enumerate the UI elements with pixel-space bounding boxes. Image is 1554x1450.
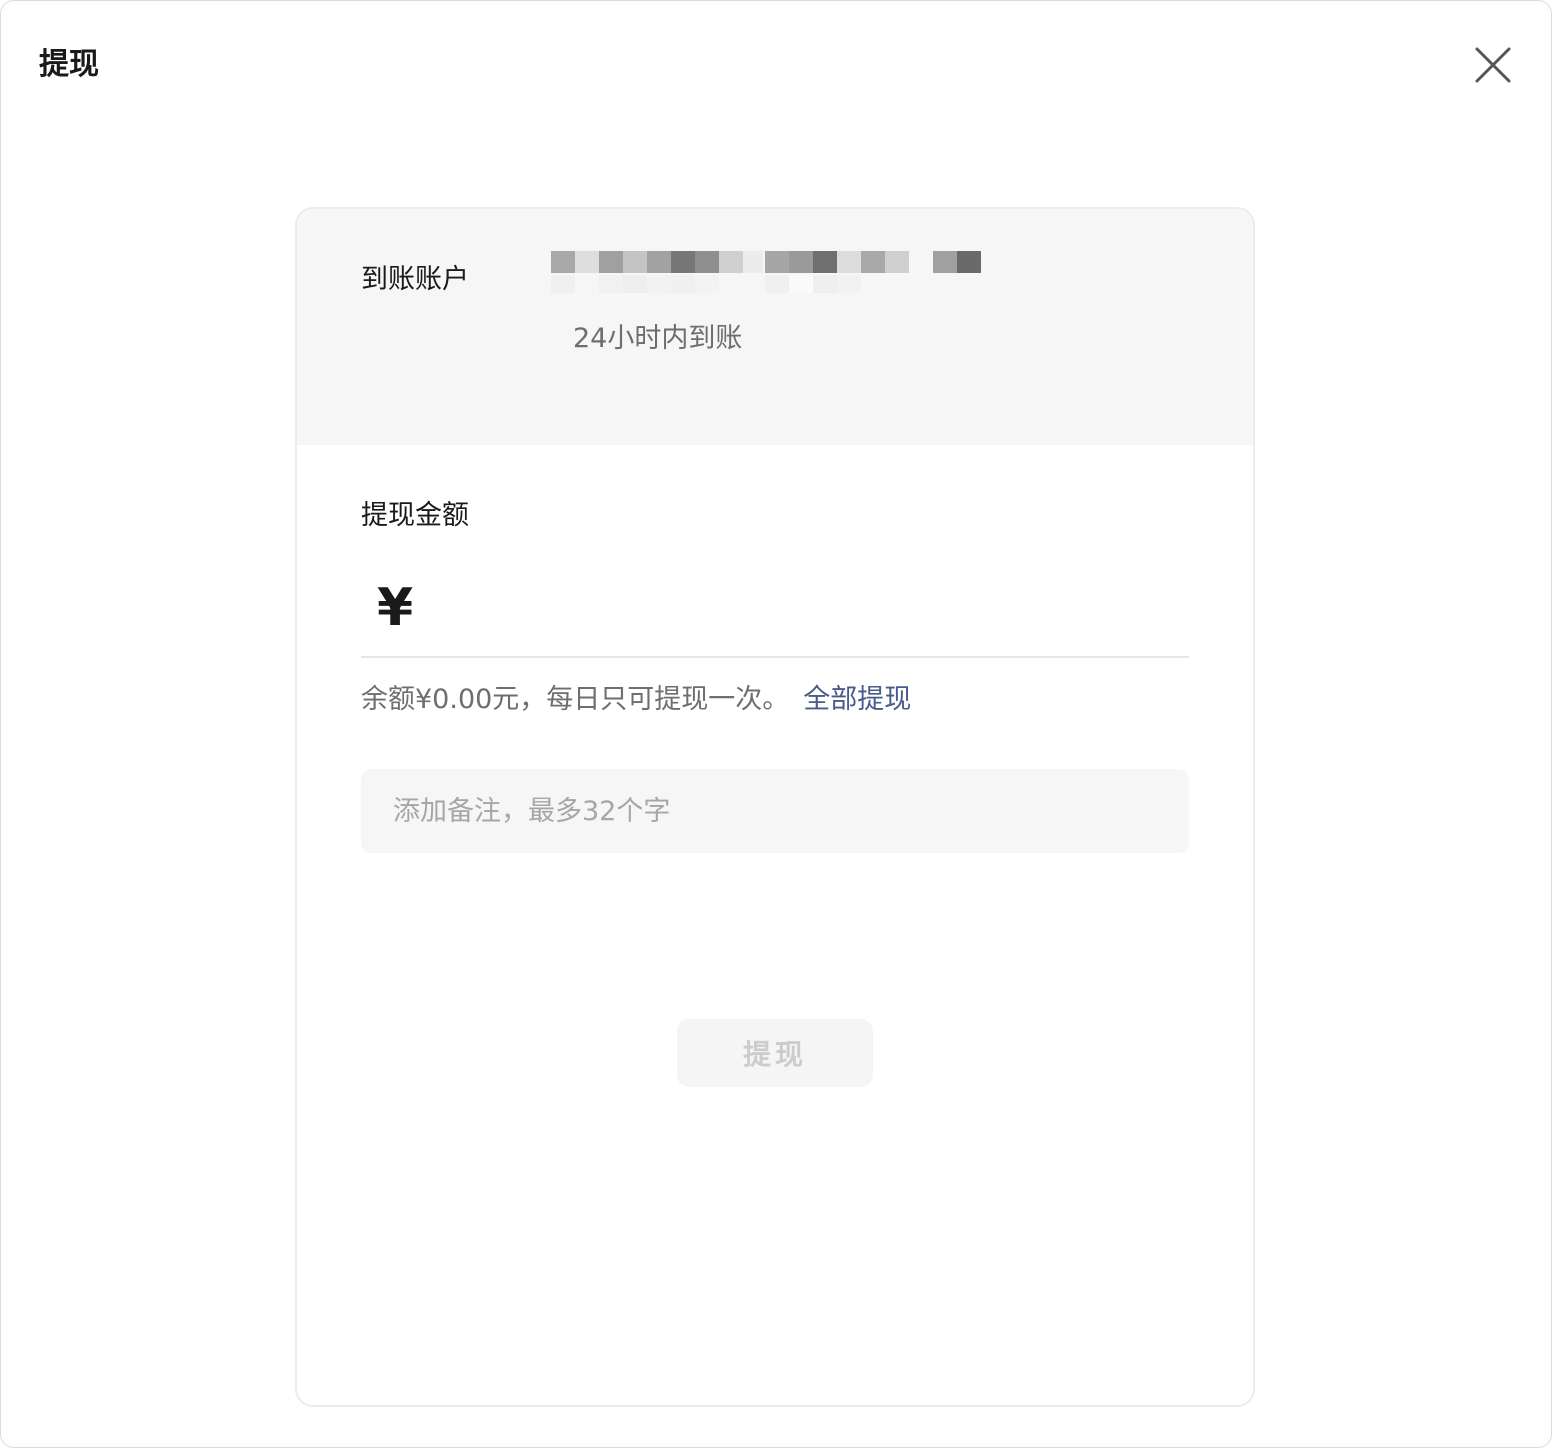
account-section: 到账账户 24小时内到账 — [297, 209, 1253, 445]
withdraw-all-link[interactable]: 全部提现 — [803, 684, 911, 715]
account-label: 到账账户 — [361, 264, 469, 295]
amount-divider — [361, 656, 1189, 658]
balance-text: 余额¥0.00元，每日只可提现一次。 — [361, 684, 790, 715]
masked-account-info — [549, 249, 981, 297]
arrival-note: 24小时内到账 — [573, 323, 743, 354]
currency-symbol: ¥ — [377, 578, 414, 638]
dialog-title: 提现 — [39, 47, 99, 82]
balance-row: 余额¥0.00元，每日只可提现一次。 全部提现 — [361, 682, 911, 718]
withdraw-dialog: 提现 到账账户 24小时内到账 提现金额 ¥ 余额¥0.00元，每日只可提现一次… — [0, 0, 1552, 1448]
close-icon[interactable] — [1469, 41, 1517, 89]
amount-label: 提现金额 — [361, 500, 469, 531]
withdraw-submit-button[interactable]: 提现 — [677, 1019, 873, 1087]
withdraw-panel: 到账账户 24小时内到账 提现金额 ¥ 余额¥0.00元，每日只可提现一次。 全… — [295, 207, 1255, 1407]
amount-input[interactable] — [457, 579, 1181, 641]
remark-input[interactable] — [361, 769, 1189, 853]
